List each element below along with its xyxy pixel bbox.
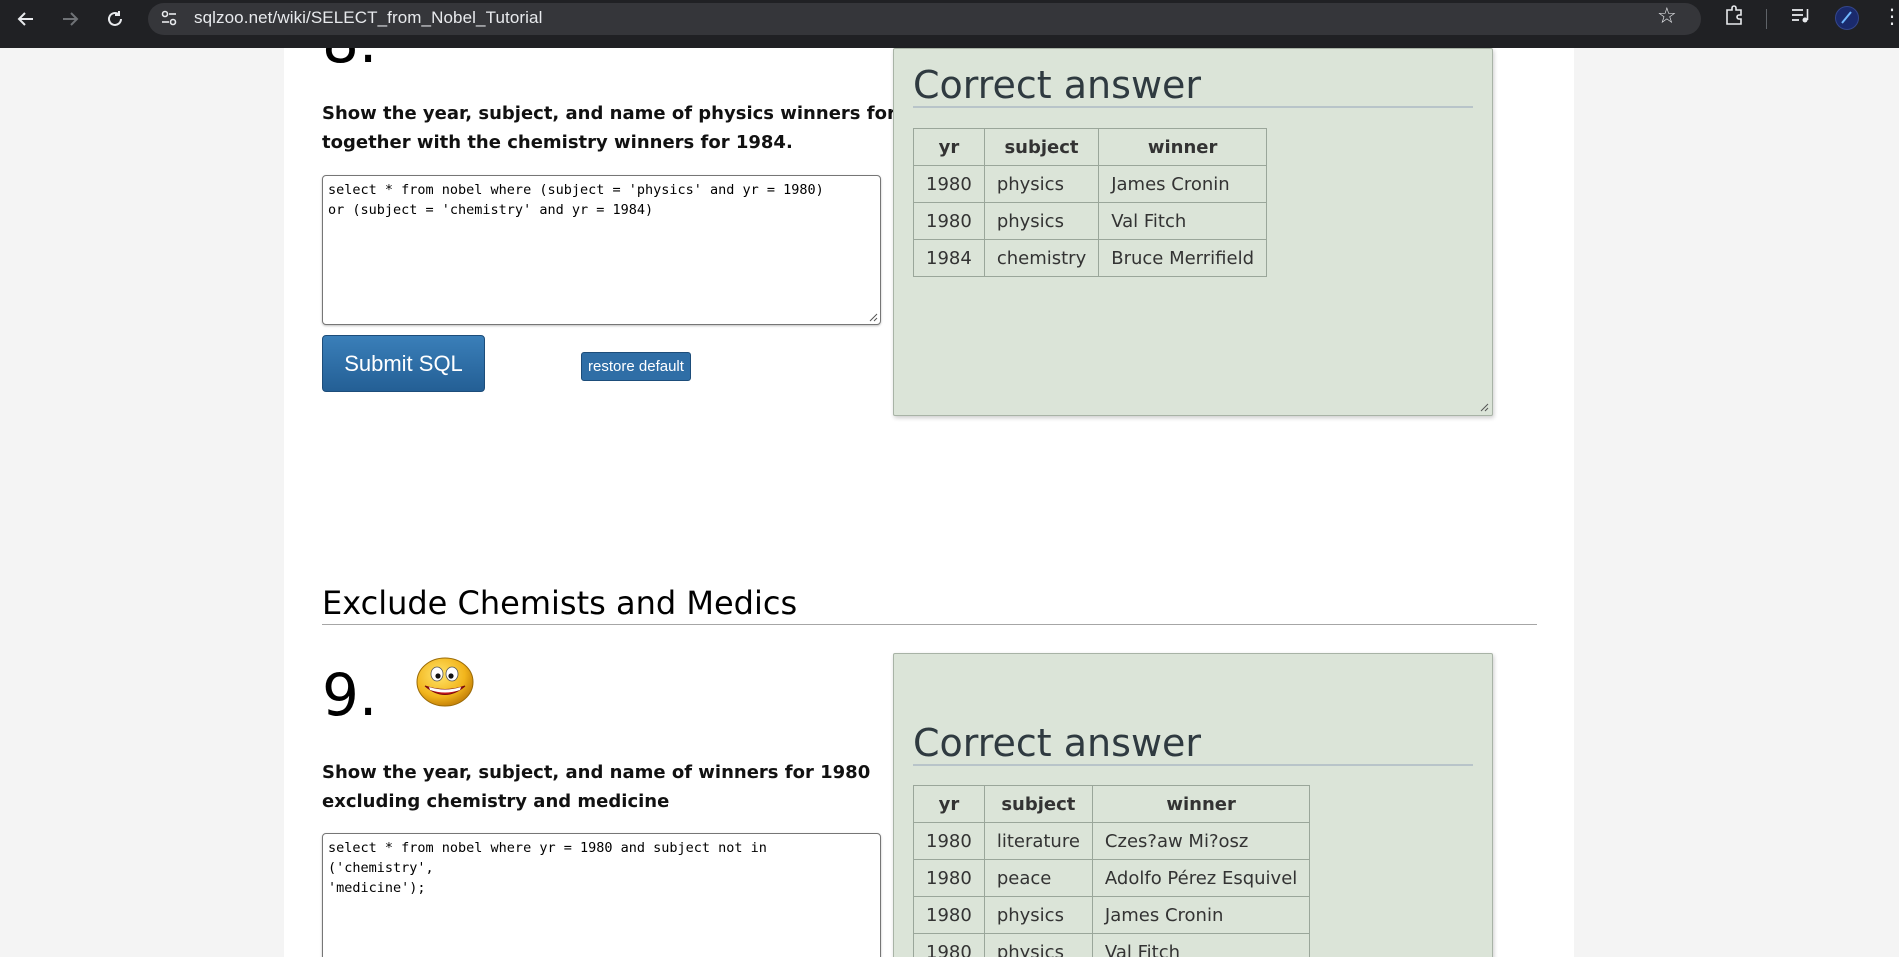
table-row: 1980 peace Adolfo Pérez Esquivel <box>913 859 1311 897</box>
cell-winner: Bruce Merrifield <box>1098 239 1267 277</box>
extensions-icon[interactable] <box>1723 4 1745 31</box>
table-row: 1980 physics James Cronin <box>913 165 1267 203</box>
arrow-right-icon <box>63 12 79 26</box>
cell-winner: Val Fitch <box>1091 933 1311 957</box>
restore-default-button[interactable]: restore default <box>581 352 691 381</box>
cell-yr: 1980 <box>913 896 985 934</box>
back-button-fg[interactable] <box>6 0 46 38</box>
question-prompt: Show the year, subject, and name of winn… <box>322 758 870 816</box>
answer-panel: Correct answer yr subject winner 1980 ph… <box>893 48 1493 416</box>
cell-yr: 1980 <box>913 822 985 860</box>
column-header-winner: winner <box>1098 128 1267 166</box>
table-row: 1980 physics Val Fitch <box>913 202 1267 240</box>
bookmark-star-icon[interactable]: ☆ <box>1657 4 1677 29</box>
cell-subject: peace <box>983 859 1093 897</box>
submit-sql-button[interactable]: Submit SQL <box>322 335 485 392</box>
sql-line: ('chemistry', <box>328 860 434 876</box>
title-divider <box>913 106 1473 108</box>
smiley-face-icon <box>416 657 474 707</box>
column-header-yr: yr <box>913 785 985 823</box>
column-header-winner: winner <box>1091 785 1311 823</box>
reload-button-fg[interactable] <box>95 0 135 38</box>
section-heading: Exclude Chemists and Medics <box>322 584 798 622</box>
answer-panel: Correct answer yr subject winner 1980 li… <box>893 653 1493 957</box>
cell-subject: physics <box>983 896 1093 934</box>
more-menu-icon[interactable]: ⋮ <box>1882 4 1899 28</box>
answer-title: Correct answer <box>913 63 1202 107</box>
cell-winner: Czes?aw Mi?osz <box>1091 822 1311 860</box>
cell-winner: Adolfo Pérez Esquivel <box>1091 859 1311 897</box>
prompt-line-1: Show the year, subject, and name of phys… <box>322 103 953 124</box>
cell-winner: James Cronin <box>1098 165 1267 203</box>
table-header-row: yr subject winner <box>913 128 1267 166</box>
column-header-subject: subject <box>983 128 1100 166</box>
reload-icon <box>108 11 122 26</box>
column-header-yr: yr <box>913 128 985 166</box>
cell-yr: 1980 <box>913 202 985 240</box>
resize-grip-icon[interactable] <box>1479 402 1489 412</box>
cell-yr: 1984 <box>913 239 985 277</box>
section-divider <box>322 624 1537 625</box>
cell-yr: 1980 <box>913 933 985 957</box>
prompt-line-1: Show the year, subject, and name of winn… <box>322 762 871 783</box>
table-row: 1980 literature Czes?aw Mi?osz <box>913 822 1311 860</box>
cell-yr: 1980 <box>913 859 985 897</box>
sql-line: or (subject = 'chemistry' and yr = 1984) <box>328 202 654 218</box>
cell-subject: physics <box>983 202 1100 240</box>
prompt-line-2: excluding chemistry and medicine <box>322 791 670 812</box>
cell-subject: chemistry <box>983 239 1100 277</box>
forward-button-fg[interactable] <box>50 0 90 38</box>
sql-editor[interactable]: select * from nobel where yr = 1980 and … <box>322 833 881 957</box>
answer-table: yr subject winner 1980 physics James Cro… <box>913 128 1267 277</box>
column-header-subject: subject <box>983 785 1093 823</box>
media-controls-icon[interactable] <box>1789 4 1811 31</box>
sql-line: select * from nobel where yr = 1980 and … <box>328 840 767 856</box>
cell-yr: 1980 <box>913 165 985 203</box>
question-number: 9. <box>322 661 378 729</box>
answer-table: yr subject winner 1980 literature Czes?a… <box>913 785 1311 957</box>
resize-grip-icon[interactable] <box>868 312 878 322</box>
cell-winner: James Cronin <box>1091 896 1311 934</box>
table-row: 1980 physics Val Fitch <box>913 933 1311 957</box>
sql-line: select * from nobel where (subject = 'ph… <box>328 182 824 198</box>
table-header-row: yr subject winner <box>913 785 1311 823</box>
toolbar-divider <box>1766 9 1767 29</box>
table-row: 1984 chemistry Bruce Merrifield <box>913 239 1267 277</box>
table-row: 1980 physics James Cronin <box>913 896 1311 934</box>
prompt-line-2: together with the chemistry winners for … <box>322 132 793 153</box>
site-settings-icon[interactable] <box>160 9 178 27</box>
cell-subject: literature <box>983 822 1093 860</box>
url-text-fg[interactable]: sqlzoo.net/wiki/SELECT_from_Nobel_Tutori… <box>194 8 542 28</box>
title-divider <box>913 764 1473 766</box>
answer-title: Correct answer <box>913 721 1202 765</box>
question-prompt: Show the year, subject, and name of phys… <box>322 99 952 157</box>
cell-subject: physics <box>983 933 1093 957</box>
sql-editor[interactable]: select * from nobel where (subject = 'ph… <box>322 175 881 325</box>
profile-avatar[interactable] <box>1835 6 1859 30</box>
cell-subject: physics <box>983 165 1100 203</box>
cell-winner: Val Fitch <box>1098 202 1267 240</box>
arrow-left-icon <box>17 12 33 26</box>
toolbar-foreground: sqlzoo.net/wiki/SELECT_from_Nobel_Tutori… <box>0 0 1899 48</box>
sql-line: 'medicine'); <box>328 880 426 896</box>
